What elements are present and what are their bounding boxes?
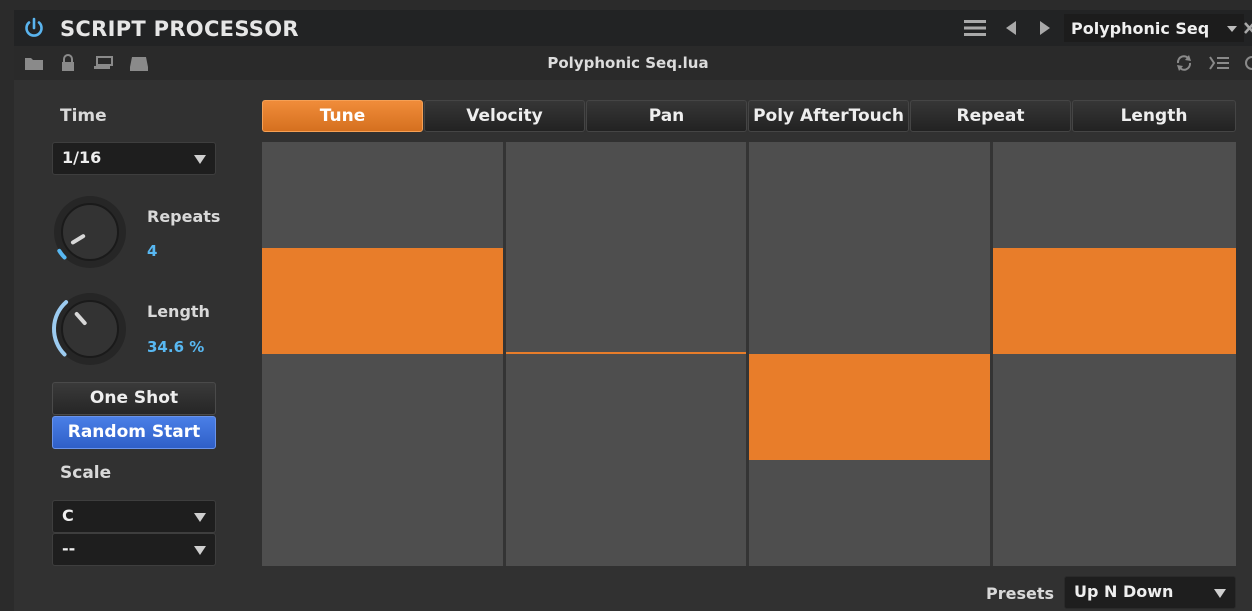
step-2[interactable] — [506, 142, 746, 566]
close-icon[interactable] — [1244, 20, 1252, 36]
scale-label: Scale — [60, 463, 112, 483]
time-value: 1/16 — [62, 148, 102, 167]
length-value: 34.6 % — [147, 338, 205, 356]
preset-name: Polyphonic Seq — [1071, 19, 1210, 38]
script-filename: Polyphonic Seq.lua — [547, 54, 709, 72]
step-sequencer-grid — [262, 142, 1236, 566]
step-1[interactable] — [262, 142, 503, 566]
next-preset-icon[interactable] — [1038, 18, 1052, 38]
scale-type-value: -- — [62, 539, 76, 558]
tab-velocity[interactable]: Velocity — [424, 100, 585, 132]
length-label: Length — [147, 302, 210, 321]
presets-label: Presets — [986, 584, 1055, 603]
list-icon[interactable] — [1208, 54, 1230, 72]
script-processor-window: SCRIPT PROCESSOR Polyphonic Seq Polyphon… — [14, 10, 1252, 611]
menu-icon[interactable] — [964, 18, 986, 38]
time-select[interactable]: 1/16 — [52, 142, 216, 175]
tab-tune[interactable]: Tune — [262, 100, 423, 132]
step-4[interactable] — [993, 142, 1236, 566]
tab-repeat[interactable]: Repeat — [910, 100, 1071, 132]
time-label: Time — [60, 106, 107, 126]
presets-select[interactable]: Up N Down — [1064, 576, 1236, 609]
one-shot-button[interactable]: One Shot — [52, 382, 216, 415]
chevron-down-icon — [194, 513, 206, 522]
step-3[interactable] — [749, 142, 990, 566]
settings-icon[interactable] — [1242, 54, 1252, 72]
chevron-down-icon — [194, 546, 206, 555]
step-4-bar[interactable] — [993, 248, 1236, 354]
tab-poly-aftertouch[interactable]: Poly AfterTouch — [748, 100, 909, 132]
step-1-bar[interactable] — [262, 248, 503, 354]
step-2-bar[interactable] — [506, 352, 746, 354]
power-icon[interactable] — [22, 16, 46, 40]
scale-root-select[interactable]: C — [52, 500, 216, 533]
repeats-value: 4 — [147, 242, 158, 260]
repeats-label: Repeats — [147, 207, 221, 226]
step-3-bar[interactable] — [749, 354, 990, 460]
length-knob[interactable] — [48, 287, 132, 371]
preset-selector[interactable]: Polyphonic Seq — [1064, 14, 1244, 42]
script-toolbar: Polyphonic Seq.lua — [14, 46, 1252, 80]
tab-length[interactable]: Length — [1072, 100, 1236, 132]
scale-type-select[interactable]: -- — [52, 533, 216, 566]
previous-preset-icon[interactable] — [1004, 18, 1018, 38]
scale-root-value: C — [62, 506, 74, 525]
random-start-button[interactable]: Random Start — [52, 416, 216, 449]
tab-pan[interactable]: Pan — [586, 100, 747, 132]
chevron-down-icon — [1214, 589, 1226, 598]
presets-value: Up N Down — [1074, 582, 1174, 601]
title-bar: SCRIPT PROCESSOR Polyphonic Seq — [14, 10, 1252, 46]
chevron-down-icon — [1227, 26, 1237, 32]
repeats-knob[interactable] — [48, 190, 132, 274]
chevron-down-icon — [194, 155, 206, 164]
refresh-icon[interactable] — [1174, 54, 1194, 72]
app-title: SCRIPT PROCESSOR — [60, 17, 299, 41]
